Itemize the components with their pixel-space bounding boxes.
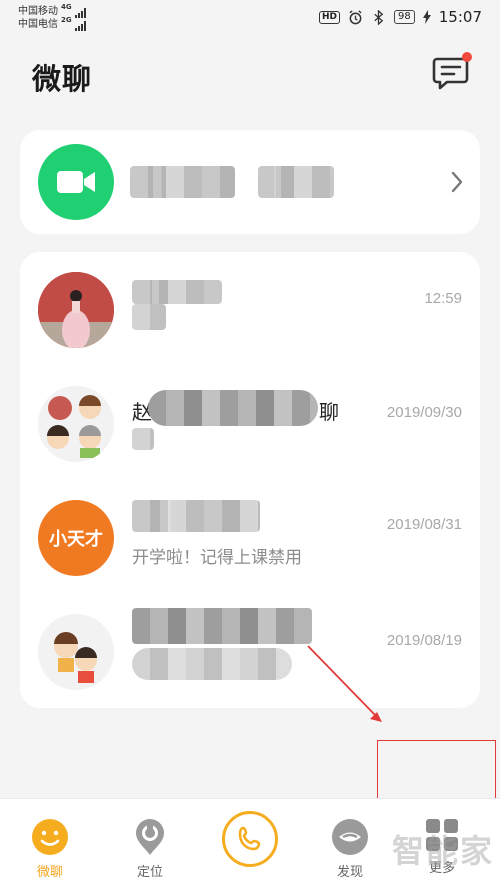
chat-name-suffix: 聊 xyxy=(319,400,339,424)
chat-preview: 开学啦！记得上课禁用 xyxy=(132,548,302,568)
nav-call-button[interactable] xyxy=(222,811,278,867)
chat-time: 2019/09/30 xyxy=(386,404,462,421)
avatar-cartoon-icon xyxy=(38,614,114,690)
notification-dot xyxy=(462,52,472,62)
signal-bars-icon xyxy=(74,8,86,18)
video-call-title-redacted xyxy=(130,166,235,198)
chat-preview-redacted xyxy=(132,648,292,680)
avatar-photo-woman-pink-dress xyxy=(38,272,114,348)
chevron-right-icon xyxy=(451,171,463,193)
chat-preview-redacted xyxy=(132,304,166,330)
nav-item-location[interactable]: 定位 xyxy=(115,817,185,880)
chat-list: 12:59 赵 聊 2019/09/30 小天才 开学啦！记得上课禁用 2019… xyxy=(20,252,480,708)
nav-item-chat[interactable]: 微聊 xyxy=(15,817,85,880)
chat-item[interactable]: 小天才 开学啦！记得上课禁用 2019/08/31 xyxy=(20,480,480,594)
phone-call-icon xyxy=(238,826,261,851)
chat-name-redacted xyxy=(132,280,222,304)
chat-time: 12:59 xyxy=(424,290,462,307)
carrier-1-name: 中国移动 xyxy=(18,6,58,17)
discover-icon xyxy=(332,819,368,855)
avatar-cartoon-couple xyxy=(38,614,114,690)
xiaotiancai-logo-text: 小天才 xyxy=(49,529,103,550)
carrier-info: 中国移动 4G 中国电信 2G xyxy=(18,3,86,31)
avatar-photo-icon xyxy=(38,272,114,348)
chat-name-redacted xyxy=(148,390,318,426)
video-call-card[interactable] xyxy=(20,130,480,234)
chat-preview-redacted xyxy=(132,428,154,450)
carrier-2-name: 中国电信 xyxy=(18,19,58,30)
page-title: 微聊 xyxy=(32,62,93,96)
chat-time: 2019/08/31 xyxy=(386,516,462,533)
nav-item-discover[interactable]: 发现 xyxy=(315,817,385,880)
alarm-icon xyxy=(349,9,362,24)
bluetooth-icon xyxy=(374,9,384,25)
nav-label-discover: 发现 xyxy=(336,865,363,880)
chat-name-redacted xyxy=(132,500,260,532)
watermark: 智能家 xyxy=(392,832,495,870)
annotation-arrow xyxy=(307,645,382,722)
message-button[interactable] xyxy=(432,52,472,92)
charging-icon xyxy=(422,10,431,24)
signal-bars-icon xyxy=(74,21,86,31)
clock-time: 15:07 xyxy=(438,8,482,26)
chat-time: 2019/08/19 xyxy=(386,632,462,649)
carrier-2-network: 2G xyxy=(61,16,72,24)
avatar-xiaotiancai-logo: 小天才 xyxy=(38,500,114,576)
avatar-group-icon xyxy=(38,386,114,462)
location-icon xyxy=(136,819,164,855)
chat-name-redacted xyxy=(132,608,312,644)
chat-item[interactable]: 2019/08/19 xyxy=(20,594,480,708)
smiley-chat-icon xyxy=(32,819,68,855)
chat-item[interactable]: 12:59 xyxy=(20,252,480,366)
video-camera-icon xyxy=(57,171,95,193)
video-call-title-redacted xyxy=(258,166,334,198)
status-icons: HD 98 15:07 xyxy=(319,8,482,26)
chat-item[interactable]: 赵 聊 2019/09/30 xyxy=(20,366,480,480)
status-bar: 中国移动 4G 中国电信 2G HD 98 15:07 xyxy=(0,0,500,36)
battery-icon: 98 xyxy=(394,10,415,24)
avatar-group-family xyxy=(38,386,114,462)
video-call-avatar xyxy=(38,144,114,220)
carrier-1-network: 4G xyxy=(61,3,72,11)
hd-badge: HD xyxy=(319,10,341,24)
nav-label-location: 定位 xyxy=(136,865,163,880)
nav-label-chat: 微聊 xyxy=(36,865,63,880)
